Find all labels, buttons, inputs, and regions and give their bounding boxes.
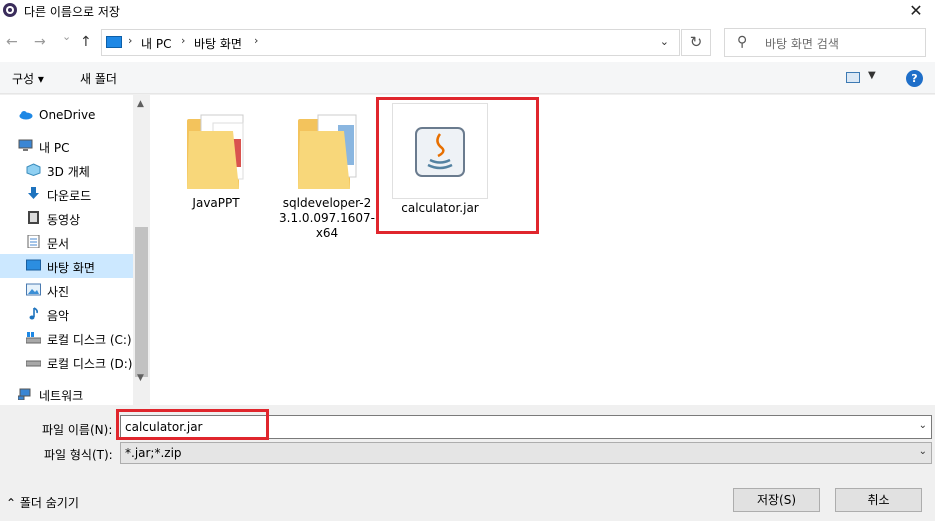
sidebar-item-pictures[interactable]: 사진	[0, 278, 133, 302]
sidebar-item-label: 로컬 디스크 (D:)	[47, 357, 133, 371]
new-folder-button[interactable]: 새 폴더	[80, 70, 117, 87]
pictures-icon	[26, 283, 41, 296]
address-dropdown-icon[interactable]: ⌄	[660, 35, 669, 48]
pc-icon	[106, 36, 122, 48]
network-icon	[18, 388, 31, 400]
highlight-box-filename	[116, 409, 269, 440]
sidebar-item-label: 문서	[47, 237, 70, 251]
recent-locations-icon[interactable]: ⌄	[62, 30, 71, 43]
video-icon	[28, 211, 39, 224]
desktop-icon	[26, 259, 41, 271]
close-icon[interactable]: ✕	[905, 1, 927, 21]
forward-icon[interactable]: →	[34, 34, 46, 50]
search-input[interactable]: ⚲ 바탕 화면 검색	[724, 28, 926, 57]
file-label: JavaPPT	[192, 196, 240, 210]
filetype-value: *.jar;*.zip	[125, 446, 182, 460]
scrollbar-thumb[interactable]	[135, 227, 148, 377]
back-icon[interactable]: ←	[6, 34, 18, 50]
refresh-button[interactable]: ↻	[681, 29, 711, 56]
folder-icon	[298, 114, 357, 189]
sidebar-item-documents[interactable]: 문서	[0, 230, 133, 254]
scroll-down-icon[interactable]: ▼	[137, 373, 144, 383]
chevron-down-icon[interactable]: ⌄	[919, 420, 927, 431]
file-item-folder[interactable]: JavaPPT	[168, 109, 264, 211]
sidebar-item-network[interactable]: 네트워크	[0, 382, 133, 405]
breadcrumb-pc[interactable]: 내 PC	[141, 35, 171, 52]
sidebar-scrollbar[interactable]: ▲ ▼	[133, 95, 150, 405]
view-icon[interactable]	[846, 72, 860, 83]
sidebar-item-label: 3D 개체	[47, 165, 90, 179]
sidebar-item-drive-c[interactable]: 로컬 디스크 (C:)	[0, 326, 133, 350]
hide-folders-button[interactable]: ⌃ 폴더 숨기기	[6, 494, 79, 511]
music-icon	[29, 307, 38, 320]
sidebar-item-onedrive[interactable]: OneDrive	[0, 103, 133, 127]
chevron-down-icon[interactable]: ⌄	[919, 446, 927, 457]
document-icon	[27, 235, 40, 248]
drive-d-icon	[26, 360, 41, 367]
sidebar-item-label: 음악	[47, 309, 70, 323]
breadcrumb-separator[interactable]: ›	[181, 34, 185, 47]
address-bar[interactable]: › 내 PC › 바탕 화면 › ⌄	[101, 29, 680, 56]
sidebar-item-label: 다운로드	[47, 189, 92, 203]
highlight-box-jar	[376, 97, 539, 234]
sidebar-item-label: 바탕 화면	[47, 261, 95, 275]
sidebar-item-label: 네트워크	[39, 389, 84, 403]
sidebar-item-label: 로컬 디스크 (C:)	[47, 333, 132, 347]
cube-icon	[26, 163, 41, 176]
file-item-folder[interactable]: sqldeveloper-23.1.0.097.1607-x64	[279, 109, 375, 241]
file-list: JavaPPT sqldeveloper-23.1.0.097.1607-x64…	[150, 95, 935, 405]
sidebar-item-downloads[interactable]: 다운로드	[0, 182, 133, 206]
sidebar-item-label: 동영상	[47, 213, 81, 227]
breadcrumb-separator[interactable]: ›	[254, 34, 258, 47]
cloud-icon	[19, 111, 33, 120]
filetype-label: 파일 형식(T):	[44, 448, 113, 462]
breadcrumb-separator[interactable]: ›	[128, 34, 132, 47]
sidebar-item-videos[interactable]: 동영상	[0, 206, 133, 230]
folder-icon	[187, 114, 244, 189]
sidebar-item-label: OneDrive	[39, 108, 96, 122]
search-placeholder: 바탕 화면 검색	[765, 37, 839, 51]
search-icon: ⚲	[737, 34, 748, 50]
sidebar-item-drive-d[interactable]: 로컬 디스크 (D:)	[0, 350, 133, 374]
up-icon[interactable]: ↑	[80, 34, 92, 50]
view-dropdown-icon[interactable]: ▼	[868, 70, 876, 81]
sidebar-item-pc[interactable]: 내 PC	[0, 134, 133, 158]
pc-icon	[18, 139, 33, 151]
title-bar: 다른 이름으로 저장 ✕	[0, 0, 935, 24]
breadcrumb-desktop[interactable]: 바탕 화면	[194, 35, 242, 52]
download-icon	[28, 187, 39, 199]
command-toolbar: 구성 ▾ 새 폴더 ▼ ?	[0, 62, 935, 94]
app-icon	[3, 3, 17, 17]
drive-c-icon	[26, 332, 41, 344]
help-icon[interactable]: ?	[906, 70, 923, 87]
organize-button[interactable]: 구성 ▾	[12, 70, 44, 87]
scroll-up-icon[interactable]: ▲	[137, 99, 144, 109]
filename-label: 파일 이름(N):	[42, 423, 113, 437]
window-title: 다른 이름으로 저장	[24, 5, 120, 19]
filetype-select[interactable]: *.jar;*.zip ⌄	[120, 442, 932, 464]
sidebar-item-label: 사진	[47, 285, 70, 299]
sidebar-item-label: 내 PC	[39, 141, 70, 155]
cancel-button[interactable]: 취소	[835, 488, 922, 512]
sidebar-item-desktop[interactable]: 바탕 화면	[0, 254, 133, 278]
navigation-pane: OneDrive 내 PC 3D 개체 다운로드 동영상 문서 바탕 화면 사진…	[0, 95, 150, 405]
sidebar-item-music[interactable]: 음악	[0, 302, 133, 326]
save-button[interactable]: 저장(S)	[733, 488, 820, 512]
file-label: sqldeveloper-23.1.0.097.1607-x64	[279, 196, 375, 240]
sidebar-item-3d-objects[interactable]: 3D 개체	[0, 158, 133, 182]
